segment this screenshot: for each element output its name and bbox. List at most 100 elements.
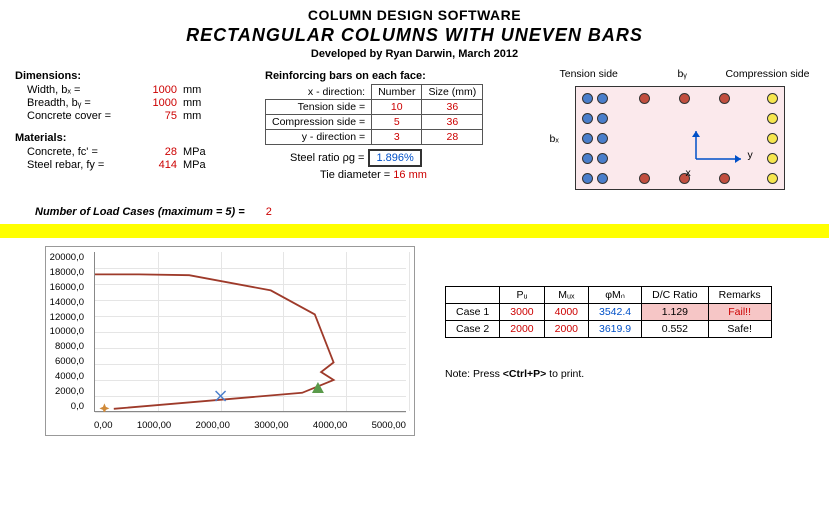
results-table: PᵤMᵤₓφMₙD/C RatioRemarks Case 1300040003… bbox=[445, 286, 772, 338]
results-row: Case 1300040003542.41.129Fail!! bbox=[446, 304, 772, 321]
plot-area bbox=[94, 252, 406, 412]
breadth-value[interactable]: 1000 bbox=[137, 97, 177, 109]
y-tick: 2000,0 bbox=[46, 386, 88, 397]
compression-number[interactable]: 5 bbox=[372, 115, 422, 130]
results-header: Pᵤ bbox=[500, 287, 544, 304]
tension-side-label: Tension side bbox=[560, 68, 618, 80]
load-cases-label: Number of Load Cases (maximum = 5) = bbox=[35, 206, 245, 218]
by-label: bᵧ bbox=[678, 68, 687, 80]
x-tick: 5000,00 bbox=[372, 420, 406, 431]
results-header: φMₙ bbox=[589, 287, 642, 304]
fy-unit: MPa bbox=[183, 159, 206, 171]
y-number[interactable]: 3 bbox=[372, 130, 422, 145]
results-cell: 3619.9 bbox=[589, 321, 642, 338]
note-key: <Ctrl+P> bbox=[503, 368, 546, 380]
fy-row: Steel rebar, fy = 414 MPa bbox=[27, 159, 245, 171]
fy-value[interactable]: 414 bbox=[137, 159, 177, 171]
cover-row: Concrete cover = 75 mm bbox=[27, 110, 245, 122]
results-cell: 0.552 bbox=[642, 321, 709, 338]
results-cell: 1.129 bbox=[642, 304, 709, 321]
steel-ratio-label: Steel ratio ρg = bbox=[290, 152, 364, 164]
x-tick: 0,00 bbox=[94, 420, 113, 431]
developer-line: Developed by Ryan Darwin, March 2012 bbox=[15, 48, 814, 60]
y-tick: 6000,0 bbox=[46, 356, 88, 367]
interaction-chart: 20000,0 18000,0 16000,0 14000,0 12000,0 10000… bbox=[45, 246, 415, 436]
y-tick: 16000,0 bbox=[46, 282, 88, 293]
bars-table: x - direction: Number Size (mm) Tension … bbox=[265, 84, 483, 145]
cover-value[interactable]: 75 bbox=[137, 110, 177, 122]
results-cell: 2000 bbox=[500, 321, 544, 338]
y-size[interactable]: 28 bbox=[422, 130, 483, 145]
results-cell: Case 1 bbox=[446, 304, 500, 321]
width-label: Width, bₓ = bbox=[27, 84, 137, 96]
app-title-2: RECTANGULAR COLUMNS WITH UNEVEN BARS bbox=[15, 25, 814, 46]
results-cell: 3542.4 bbox=[589, 304, 642, 321]
steel-ratio-row: Steel ratio ρg = 1.896% bbox=[290, 149, 525, 167]
width-value[interactable]: 1000 bbox=[137, 84, 177, 96]
breadth-label: Breadth, bᵧ = bbox=[27, 97, 137, 109]
load-cases-row: Number of Load Cases (maximum = 5) = 2 bbox=[35, 206, 814, 218]
y-axis-label: y bbox=[748, 149, 753, 161]
width-unit: mm bbox=[183, 84, 201, 96]
note-pre: Note: Press bbox=[445, 368, 503, 380]
tie-label: Tie diameter = bbox=[320, 169, 390, 181]
tension-number[interactable]: 10 bbox=[372, 100, 422, 115]
bx-label: bₓ bbox=[550, 133, 559, 145]
separator-bar bbox=[0, 224, 829, 238]
width-row: Width, bₓ = 1000 mm bbox=[27, 84, 245, 96]
left-column: Dimensions: Width, bₓ = 1000 mm Breadth,… bbox=[15, 68, 245, 198]
note-post: to print. bbox=[546, 368, 584, 380]
load-cases-value[interactable]: 2 bbox=[266, 206, 272, 218]
y-tick: 4000,0 bbox=[46, 371, 88, 382]
compression-size[interactable]: 36 bbox=[422, 115, 483, 130]
cover-label: Concrete cover = bbox=[27, 110, 137, 122]
y-tick: 14000,0 bbox=[46, 297, 88, 308]
x-axis-label: x bbox=[686, 167, 691, 179]
right-column: Tension side bᵧ Compression side bₓ bbox=[545, 68, 814, 198]
results-cell: 3000 bbox=[500, 304, 544, 321]
axes-icon bbox=[686, 129, 756, 179]
y-tick: 8000,0 bbox=[46, 341, 88, 352]
results-wrap: PᵤMᵤₓφMₙD/C RatioRemarks Case 1300040003… bbox=[445, 246, 814, 380]
y-tick: 20000,0 bbox=[46, 252, 88, 263]
tie-row: Tie diameter = 16 mm bbox=[320, 169, 525, 181]
y-tick: 12000,0 bbox=[46, 312, 88, 323]
steel-ratio-value: 1.896% bbox=[368, 149, 421, 167]
results-header bbox=[446, 287, 500, 304]
xdir-label: x - direction: bbox=[266, 85, 372, 100]
bars-heading: Reinforcing bars on each face: bbox=[265, 70, 525, 82]
tie-value[interactable]: 16 mm bbox=[393, 169, 427, 181]
x-axis-ticks: 0,001000,002000,003000,004000,005000,00 bbox=[94, 420, 406, 431]
tension-label: Tension side = bbox=[266, 100, 372, 115]
results-cell: Safe! bbox=[708, 321, 771, 338]
fc-value[interactable]: 28 bbox=[137, 146, 177, 158]
results-header: Remarks bbox=[708, 287, 771, 304]
print-note: Note: Press <Ctrl+P> to print. bbox=[445, 368, 814, 380]
size-header: Size (mm) bbox=[422, 85, 483, 100]
cross-section-diagram: Tension side bᵧ Compression side bₓ bbox=[550, 68, 810, 198]
compression-label: Compression side = bbox=[266, 115, 372, 130]
fy-label: Steel rebar, fy = bbox=[27, 159, 137, 171]
results-cell: 4000 bbox=[544, 304, 588, 321]
materials-heading: Materials: bbox=[15, 132, 245, 144]
dimensions-heading: Dimensions: bbox=[15, 70, 245, 82]
fc-unit: MPa bbox=[183, 146, 206, 158]
x-tick: 2000,00 bbox=[196, 420, 230, 431]
header: COLUMN DESIGN SOFTWARE RECTANGULAR COLUM… bbox=[15, 7, 814, 60]
tension-size[interactable]: 36 bbox=[422, 100, 483, 115]
y-tick: 10000,0 bbox=[46, 326, 88, 337]
bottom-row: 20000,0 18000,0 16000,0 14000,0 12000,0 10000… bbox=[15, 246, 814, 436]
breadth-unit: mm bbox=[183, 97, 201, 109]
compression-side-label: Compression side bbox=[725, 68, 809, 80]
y-axis-ticks: 20000,0 18000,0 16000,0 14000,0 12000,0 10000… bbox=[46, 252, 88, 412]
ydir-label: y - direction = bbox=[266, 130, 372, 145]
cover-unit: mm bbox=[183, 110, 201, 122]
number-header: Number bbox=[372, 85, 422, 100]
fc-row: Concrete, fc' = 28 MPa bbox=[27, 146, 245, 158]
results-cell: Case 2 bbox=[446, 321, 500, 338]
results-cell: 2000 bbox=[544, 321, 588, 338]
fc-label: Concrete, fc' = bbox=[27, 146, 137, 158]
top-row: Dimensions: Width, bₓ = 1000 mm Breadth,… bbox=[15, 68, 814, 198]
breadth-row: Breadth, bᵧ = 1000 mm bbox=[27, 97, 245, 109]
y-tick: 18000,0 bbox=[46, 267, 88, 278]
